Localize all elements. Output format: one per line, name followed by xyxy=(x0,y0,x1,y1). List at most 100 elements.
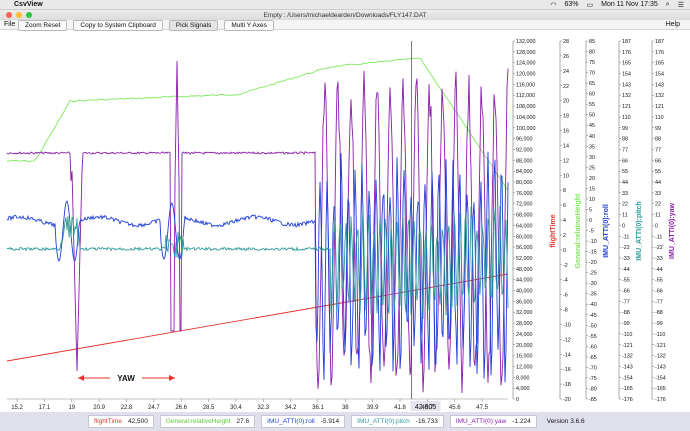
y-tick-label: 22 xyxy=(655,202,661,208)
battery-icon[interactable]: ▭ xyxy=(586,1,593,9)
y-tick-label: -55 xyxy=(622,278,630,284)
y-tick-label: -22 xyxy=(622,245,630,251)
y-tick-label: 88 xyxy=(622,137,628,143)
y-tick-label: -10 xyxy=(563,322,571,328)
y-tick-label: 16,000 xyxy=(516,354,533,360)
y-tick-label: -8 xyxy=(563,308,568,314)
y-tick-label: -176 xyxy=(655,397,666,403)
y-tick-label: 40 xyxy=(589,134,595,140)
version-label: Version 3.6.6 xyxy=(546,418,585,425)
y-tick-label: 5 xyxy=(589,207,592,213)
x-tick-label: 24.7 xyxy=(148,405,160,411)
battery-percent[interactable]: 63% xyxy=(564,1,578,8)
y-tick-label: 88,000 xyxy=(516,158,533,164)
y-axis-title: General:relativeHeight xyxy=(575,193,582,268)
y-tick-label: -143 xyxy=(655,364,666,370)
spotlight-icon[interactable]: ⌕ xyxy=(666,1,670,9)
y-tick-label: 165 xyxy=(622,61,631,67)
y-tick-label: 165 xyxy=(655,61,664,67)
y-tick-label: -80 xyxy=(589,386,597,392)
signal-plot[interactable]: 42.605 15.2 17.1 19 20.9 22.8 24.7 26.6 28.5 30.… xyxy=(0,31,690,412)
y-tick-label: -22 xyxy=(655,245,663,251)
y-tick-label: 66 xyxy=(622,158,628,164)
y-tick-label: -132 xyxy=(622,354,633,360)
y-tick-label: -99 xyxy=(655,321,663,327)
x-tick-label: 19 xyxy=(68,405,75,411)
notification-center-icon[interactable]: ☰ xyxy=(678,1,684,9)
y-tick-label: -75 xyxy=(589,376,597,382)
status-roll-label: IMU_ATTI(0):roll xyxy=(267,418,315,425)
y-tick-label: 187 xyxy=(655,39,664,45)
status-roll-value: -5.914 xyxy=(320,418,340,425)
close-window-icon[interactable] xyxy=(6,12,12,18)
y-tick-label: 99 xyxy=(622,126,628,132)
wifi-icon[interactable]: ◠ xyxy=(550,1,556,9)
y-tick-label: -14 xyxy=(563,352,571,358)
mac-app-name[interactable]: CsvView xyxy=(14,1,43,8)
zoom-window-icon[interactable] xyxy=(26,12,32,18)
y-tick-label: 0 xyxy=(516,397,519,403)
y-tick-label: 75 xyxy=(589,60,595,66)
y-tick-label: -110 xyxy=(622,332,632,338)
y-tick-label: -12 xyxy=(563,337,571,343)
y-tick-label: 20 xyxy=(563,99,569,105)
y-tick-label: 110 xyxy=(655,115,664,121)
y-tick-label: 10 xyxy=(589,197,595,203)
y-tick-label: 28,000 xyxy=(516,321,533,327)
y-tick-label: 143 xyxy=(622,82,631,88)
y-tick-label: 33 xyxy=(622,191,628,197)
y-axis-title: IMU_ATTI(0):yaw xyxy=(669,203,676,259)
y-tick-label: -99 xyxy=(622,321,630,327)
pick-signals-button[interactable]: Pick Signals xyxy=(168,20,219,31)
y-tick-label: 176 xyxy=(622,50,631,56)
y-tick-label: 22 xyxy=(622,202,628,208)
zoom-reset-button[interactable]: Zoom Reset xyxy=(18,20,68,31)
y-tick-label: 20 xyxy=(589,176,595,182)
y-tick-label: -121 xyxy=(622,343,633,349)
y-tick-label: -15 xyxy=(589,250,597,256)
status-yaw-label: IMU_ATTI(0):yaw xyxy=(455,418,507,425)
status-height-value: 27.6 xyxy=(236,418,250,425)
y-tick-label: 143 xyxy=(655,82,664,88)
y-tick-label: 18 xyxy=(563,114,569,120)
mac-status-area: ◠ 63% ▭ Mon 11 Nov 17:35 ⌕ ☰ xyxy=(550,1,684,9)
y-tick-label: 24 xyxy=(563,69,569,75)
y-tick-label: -5 xyxy=(589,229,594,235)
y-tick-label: -154 xyxy=(655,375,666,381)
status-pitch-value: -16.733 xyxy=(415,418,438,425)
x-tick-label: 38 xyxy=(342,405,349,411)
y-tick-label: -55 xyxy=(589,334,597,340)
y-tick-label: -4 xyxy=(563,278,568,284)
clock[interactable]: Mon 11 Nov 17:35 xyxy=(601,1,658,8)
y-tick-label: -16 xyxy=(563,367,571,373)
y-tick-label: -44 xyxy=(655,267,663,273)
y-tick-label: 55 xyxy=(655,169,661,175)
y-tick-label: 77 xyxy=(655,147,661,153)
y-tick-label: 70 xyxy=(589,71,595,77)
y-tick-label: -20 xyxy=(589,260,597,266)
y-tick-label: -33 xyxy=(622,256,630,262)
y-tick-label: 116,000 xyxy=(516,82,535,88)
y-tick-label: 124,000 xyxy=(516,61,536,67)
status-pitch: IMU_ATTI(0):pitch -16.733 xyxy=(351,415,444,428)
y-tick-label: -44 xyxy=(622,267,630,273)
y-tick-label: 128,000 xyxy=(516,50,536,56)
y-tick-label: -33 xyxy=(655,256,663,262)
minimize-window-icon[interactable] xyxy=(16,12,22,18)
y-tick-label: 0 xyxy=(589,218,592,224)
y-tick-label: 176 xyxy=(655,50,664,56)
y-tick-label: 8 xyxy=(563,188,566,194)
multi-y-axes-button[interactable]: Multi Y Axes xyxy=(224,20,274,31)
copy-clipboard-button[interactable]: Copy to System Clipboard xyxy=(73,20,163,31)
y-tick-label: 2 xyxy=(563,233,566,239)
y-tick-label: 187 xyxy=(622,39,631,45)
y-tick-label: -132 xyxy=(655,354,666,360)
x-tick-label: 15.2 xyxy=(11,405,23,411)
y-tick-label: 55 xyxy=(589,102,595,108)
y-tick-label: 108,000 xyxy=(516,104,536,110)
y-tick-label: 68,000 xyxy=(516,213,533,219)
y-tick-label: 33 xyxy=(655,191,661,197)
y-tick-label: 66 xyxy=(655,158,661,164)
y-tick-label: -45 xyxy=(589,313,597,319)
status-height-label: General:relativeHeight xyxy=(165,418,231,425)
